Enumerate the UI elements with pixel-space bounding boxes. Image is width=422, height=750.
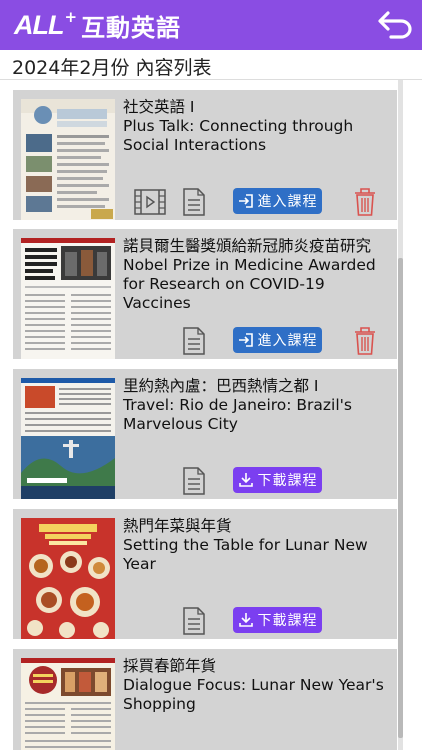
scrollbar-thumb[interactable] <box>398 258 403 738</box>
list-item[interactable]: 採買春節年貨 Dialogue Focus: Lunar New Year's … <box>13 649 397 750</box>
list-item[interactable]: 里約熱內盧：巴西熱情之都 I Travel: Rio de Janeiro: B… <box>13 369 397 499</box>
enter-icon <box>238 333 253 347</box>
logo-all-text: ALL <box>14 9 64 40</box>
magazine-thumbnail <box>21 238 115 359</box>
item-title: 採買春節年貨 Dialogue Focus: Lunar New Year's … <box>123 657 393 714</box>
item-title: 里約熱內盧：巴西熱情之都 I Travel: Rio de Janeiro: B… <box>123 377 393 434</box>
content-list[interactable]: 社交英語 I Plus Talk: Connecting through Soc… <box>0 80 422 750</box>
document-icon[interactable] <box>183 188 205 216</box>
item-title-en: Setting the Table for Lunar New Year <box>123 536 368 573</box>
document-icon[interactable] <box>183 327 205 355</box>
video-icon[interactable] <box>134 189 166 215</box>
subtitle-bar: 2024年2月份 內容列表 <box>0 50 422 80</box>
enter-course-button[interactable]: 進入課程 <box>233 188 322 214</box>
list-item[interactable]: 社交英語 I Plus Talk: Connecting through Soc… <box>13 90 397 220</box>
item-title-en: Plus Talk: Connecting through Social Int… <box>123 117 354 154</box>
magazine-thumbnail <box>21 518 115 639</box>
item-title: 熱門年菜與年貨 Setting the Table for Lunar New … <box>123 517 393 574</box>
trash-icon[interactable] <box>354 326 376 356</box>
download-icon <box>238 613 253 627</box>
item-title: 社交英語 I Plus Talk: Connecting through Soc… <box>123 98 393 155</box>
enter-course-label: 進入課程 <box>257 194 318 210</box>
enter-icon <box>238 194 253 208</box>
download-icon <box>238 473 253 487</box>
download-course-button[interactable]: 下載課程 <box>233 467 322 493</box>
item-title-zh: 諾貝爾生醫獎頒給新冠肺炎疫苗研究 <box>123 237 372 255</box>
trash-icon[interactable] <box>354 187 376 217</box>
list-item[interactable]: 熱門年菜與年貨 Setting the Table for Lunar New … <box>13 509 397 639</box>
top-bar: ALL + 互動英語 <box>0 0 422 50</box>
page-subtitle: 2024年2月份 內容列表 <box>12 57 212 79</box>
enter-course-label: 進入課程 <box>257 333 318 349</box>
item-title-zh: 採買春節年貨 <box>123 657 217 675</box>
item-title-en: Travel: Rio de Janeiro: Brazil's Marvelo… <box>123 396 353 433</box>
app-logo: ALL + 互動英語 <box>14 7 181 43</box>
magazine-thumbnail <box>21 378 115 499</box>
item-title-zh: 熱門年菜與年貨 <box>123 517 232 535</box>
logo-plus-text: + <box>64 8 78 26</box>
document-icon[interactable] <box>183 467 205 495</box>
item-title-zh: 里約熱內盧：巴西熱情之都 I <box>123 377 319 395</box>
download-course-label: 下載課程 <box>257 473 318 489</box>
back-arrow-icon <box>378 11 412 39</box>
logo-title-text: 互動英語 <box>81 13 182 42</box>
magazine-thumbnail <box>21 99 115 220</box>
enter-course-button[interactable]: 進入課程 <box>233 327 322 353</box>
download-course-label: 下載課程 <box>257 613 318 629</box>
back-button[interactable] <box>376 7 414 43</box>
list-item[interactable]: 諾貝爾生醫獎頒給新冠肺炎疫苗研究 Nobel Prize in Medicine… <box>13 229 397 359</box>
item-title-en: Nobel Prize in Medicine Awarded for Rese… <box>123 256 376 312</box>
magazine-thumbnail <box>21 658 115 750</box>
item-title-en: Dialogue Focus: Lunar New Year's Shoppin… <box>123 676 384 713</box>
download-course-button[interactable]: 下載課程 <box>233 607 322 633</box>
item-title-zh: 社交英語 I <box>123 98 195 116</box>
document-icon[interactable] <box>183 607 205 635</box>
item-title: 諾貝爾生醫獎頒給新冠肺炎疫苗研究 Nobel Prize in Medicine… <box>123 237 393 313</box>
